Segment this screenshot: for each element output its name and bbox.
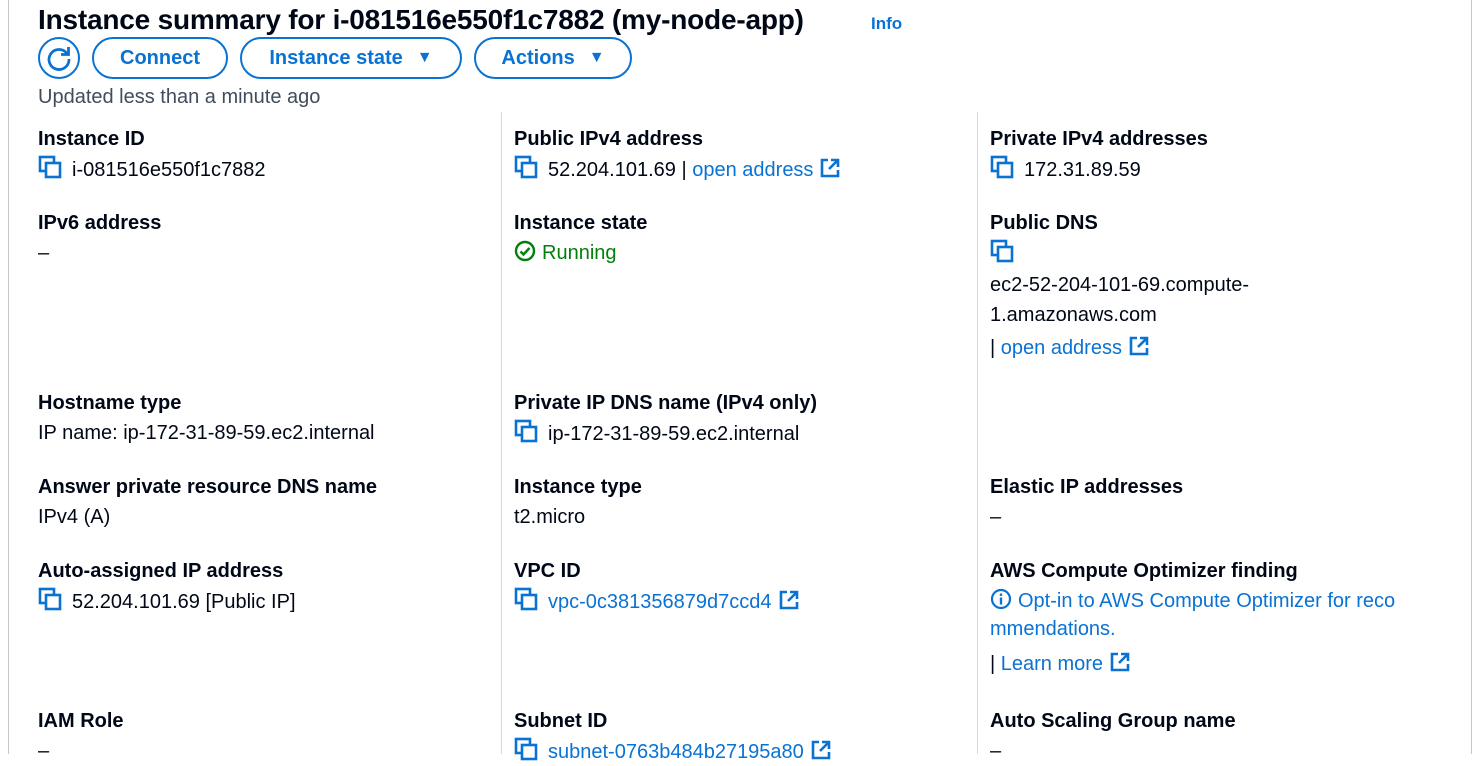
separator: | bbox=[681, 159, 687, 181]
copy-icon[interactable] bbox=[514, 737, 538, 761]
field-label: Auto-assigned IP address bbox=[38, 560, 284, 582]
field-label: IAM Role bbox=[38, 710, 124, 732]
field-label: Instance type bbox=[514, 476, 642, 498]
info-icon bbox=[990, 588, 1012, 610]
instance-state-label: Instance state bbox=[269, 46, 403, 69]
field-private-ipv4: Private IPv4 addresses 172.31.89.59 bbox=[990, 126, 1440, 184]
hostname-type-value: IP name: ip-172-31-89-59.ec2.internal bbox=[38, 422, 375, 444]
open-address-link[interactable]: open address bbox=[692, 159, 813, 181]
copy-icon[interactable] bbox=[990, 239, 1014, 263]
field-label: Instance ID bbox=[38, 128, 145, 150]
field-label: Subnet ID bbox=[514, 710, 608, 732]
field-label: Hostname type bbox=[38, 392, 182, 414]
public-dns-value-line2: 1.amazonaws.com bbox=[990, 304, 1157, 326]
learn-more-link[interactable]: Learn more bbox=[1001, 653, 1103, 675]
field-auto-assigned-ip: Auto-assigned IP address 52.204.101.69 [… bbox=[38, 558, 488, 616]
field-label: Private IPv4 addresses bbox=[990, 128, 1208, 150]
connect-label: Connect bbox=[120, 46, 200, 69]
asg-name-value: – bbox=[990, 740, 1002, 762]
field-answer-private-dns: Answer private resource DNS name IPv4 (A… bbox=[38, 474, 488, 531]
refresh-button[interactable] bbox=[38, 37, 80, 79]
field-label: Public DNS bbox=[990, 212, 1098, 234]
refresh-icon bbox=[47, 47, 71, 71]
private-ip-dns-value: ip-172-31-89-59.ec2.internal bbox=[548, 423, 800, 445]
caret-down-icon: ▼ bbox=[416, 49, 433, 66]
separator: | bbox=[990, 337, 996, 359]
copy-icon[interactable] bbox=[514, 587, 538, 611]
field-label: Answer private resource DNS name bbox=[38, 476, 378, 498]
actions-label: Actions bbox=[501, 46, 575, 69]
updated-text: Updated less than a minute ago bbox=[38, 86, 321, 108]
copy-icon[interactable] bbox=[38, 587, 62, 611]
public-dns-value-line1: ec2-52-204-101-69.compute- bbox=[990, 274, 1250, 296]
field-label: Instance state bbox=[514, 212, 648, 234]
copy-icon[interactable] bbox=[990, 155, 1014, 179]
field-public-ipv4: Public IPv4 address 52.204.101.69 | open… bbox=[514, 126, 964, 184]
compute-optimizer-opt-in-link-line2[interactable]: mmendations. bbox=[990, 615, 1440, 643]
subnet-id-link[interactable]: subnet-0763b484b27195a80 bbox=[548, 741, 804, 763]
column-divider bbox=[977, 112, 978, 754]
instance-type-value: t2.micro bbox=[514, 506, 586, 528]
private-ipv4-value: 172.31.89.59 bbox=[1024, 159, 1141, 181]
actions-dropdown[interactable]: Actions ▼ bbox=[474, 37, 632, 79]
field-instance-state: Instance state Running bbox=[514, 210, 964, 267]
external-link-icon bbox=[1128, 335, 1150, 357]
open-address-link[interactable]: open address bbox=[1001, 337, 1122, 359]
page-title: Instance summary for i-081516e550f1c7882… bbox=[38, 4, 804, 35]
external-link-icon bbox=[778, 589, 800, 611]
field-label: Elastic IP addresses bbox=[990, 476, 1184, 498]
vpc-id-link[interactable]: vpc-0c381356879d7ccd4 bbox=[548, 591, 772, 613]
copy-icon[interactable] bbox=[38, 155, 62, 179]
connect-button[interactable]: Connect bbox=[92, 37, 228, 79]
column-divider bbox=[501, 112, 502, 754]
public-ipv4-value: 52.204.101.69 bbox=[548, 159, 676, 181]
field-instance-type: Instance type t2.micro bbox=[514, 474, 964, 531]
instance-state-value: Running bbox=[542, 242, 617, 264]
field-compute-optimizer: AWS Compute Optimizer finding Opt-in to … bbox=[990, 558, 1440, 678]
field-private-ip-dns: Private IP DNS name (IPv4 only) ip-172-3… bbox=[514, 390, 964, 448]
field-label: Private IP DNS name (IPv4 only) bbox=[514, 392, 818, 414]
copy-icon[interactable] bbox=[514, 155, 538, 179]
external-link-icon bbox=[1109, 651, 1131, 673]
iam-role-value: – bbox=[38, 740, 50, 762]
copy-icon[interactable] bbox=[514, 419, 538, 443]
compute-optimizer-opt-in-link[interactable]: Opt-in to AWS Compute Optimizer for reco bbox=[1018, 590, 1395, 612]
answer-private-dns-value: IPv4 (A) bbox=[38, 506, 111, 528]
field-elastic-ip: Elastic IP addresses – bbox=[990, 474, 1440, 531]
caret-down-icon: ▼ bbox=[588, 49, 605, 66]
separator: | bbox=[990, 653, 996, 675]
field-public-dns: Public DNS ec2-52-204-101-69.compute- 1.… bbox=[990, 210, 1440, 362]
info-link[interactable]: Info bbox=[871, 14, 902, 34]
external-link-icon bbox=[819, 157, 841, 179]
external-link-icon bbox=[810, 739, 832, 761]
field-hostname-type: Hostname type IP name: ip-172-31-89-59.e… bbox=[38, 390, 488, 447]
ipv6-value: – bbox=[38, 242, 50, 264]
field-iam-role: IAM Role – bbox=[38, 708, 488, 765]
elastic-ip-value: – bbox=[990, 506, 1002, 528]
instance-id-value: i-081516e550f1c7882 bbox=[72, 159, 266, 181]
field-asg-name: Auto Scaling Group name – bbox=[990, 708, 1440, 765]
field-instance-id: Instance ID i-081516e550f1c7882 bbox=[38, 126, 488, 184]
field-vpc-id: VPC ID vpc-0c381356879d7ccd4 bbox=[514, 558, 964, 616]
field-label: IPv6 address bbox=[38, 212, 162, 234]
field-label: AWS Compute Optimizer finding bbox=[990, 560, 1298, 582]
auto-assigned-ip-value: 52.204.101.69 [Public IP] bbox=[72, 591, 296, 613]
field-subnet-id: Subnet ID subnet-0763b484b27195a80 bbox=[514, 708, 964, 766]
instance-state-dropdown[interactable]: Instance state ▼ bbox=[240, 37, 462, 79]
check-circle-icon bbox=[514, 240, 536, 262]
field-label: Public IPv4 address bbox=[514, 128, 703, 150]
field-label: Auto Scaling Group name bbox=[990, 710, 1236, 732]
field-label: VPC ID bbox=[514, 560, 581, 582]
field-ipv6: IPv6 address – bbox=[38, 210, 488, 267]
